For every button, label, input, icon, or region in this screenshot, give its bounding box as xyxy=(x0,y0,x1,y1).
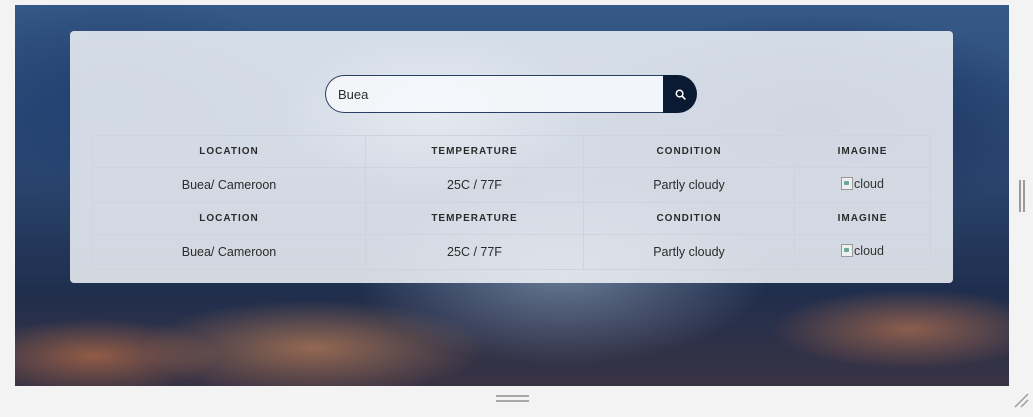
header-temperature: TEMPERATURE xyxy=(365,135,584,168)
sky-background: LOCATION TEMPERATURE CONDITION IMAGINE B… xyxy=(15,5,1009,386)
table-header-row: LOCATION TEMPERATURE CONDITION IMAGINE xyxy=(92,135,931,168)
vertical-scrollbar[interactable] xyxy=(1019,180,1025,212)
location-cell: Buea/ Cameroon xyxy=(92,167,366,203)
cloud-image: cloud xyxy=(841,244,884,258)
table-row: Buea/ Cameroon 25C / 77F Partly cloudy c… xyxy=(92,167,931,203)
header-imagine: IMAGINE xyxy=(794,135,931,168)
search-icon xyxy=(675,89,686,100)
search-input[interactable] xyxy=(325,75,663,113)
header-temperature: TEMPERATURE xyxy=(365,202,584,235)
temperature-cell: 25C / 77F xyxy=(365,167,584,203)
weather-table: LOCATION TEMPERATURE CONDITION IMAGINE B… xyxy=(92,135,931,270)
cloud-image-alt: cloud xyxy=(854,176,884,191)
weather-panel: LOCATION TEMPERATURE CONDITION IMAGINE B… xyxy=(70,31,953,283)
location-cell: Buea/ Cameroon xyxy=(92,234,366,270)
condition-cell: Partly cloudy xyxy=(583,167,795,203)
table-header-row: LOCATION TEMPERATURE CONDITION IMAGINE xyxy=(92,202,931,235)
cloud-image: cloud xyxy=(841,177,884,191)
header-imagine: IMAGINE xyxy=(794,202,931,235)
table-row: Buea/ Cameroon 25C / 77F Partly cloudy c… xyxy=(92,234,931,270)
image-cell: cloud xyxy=(794,167,931,203)
image-cell: cloud xyxy=(794,234,931,270)
header-condition: CONDITION xyxy=(583,135,795,168)
header-location: LOCATION xyxy=(92,202,366,235)
condition-cell: Partly cloudy xyxy=(583,234,795,270)
cloud-image-alt: cloud xyxy=(854,243,884,258)
broken-image-icon xyxy=(841,244,854,258)
search-button[interactable] xyxy=(663,75,697,113)
resize-grip-icon[interactable] xyxy=(1012,391,1030,409)
drag-handle[interactable] xyxy=(496,395,529,402)
search-bar xyxy=(325,75,697,113)
header-condition: CONDITION xyxy=(583,202,795,235)
broken-image-icon xyxy=(841,177,854,191)
temperature-cell: 25C / 77F xyxy=(365,234,584,270)
header-location: LOCATION xyxy=(92,135,366,168)
